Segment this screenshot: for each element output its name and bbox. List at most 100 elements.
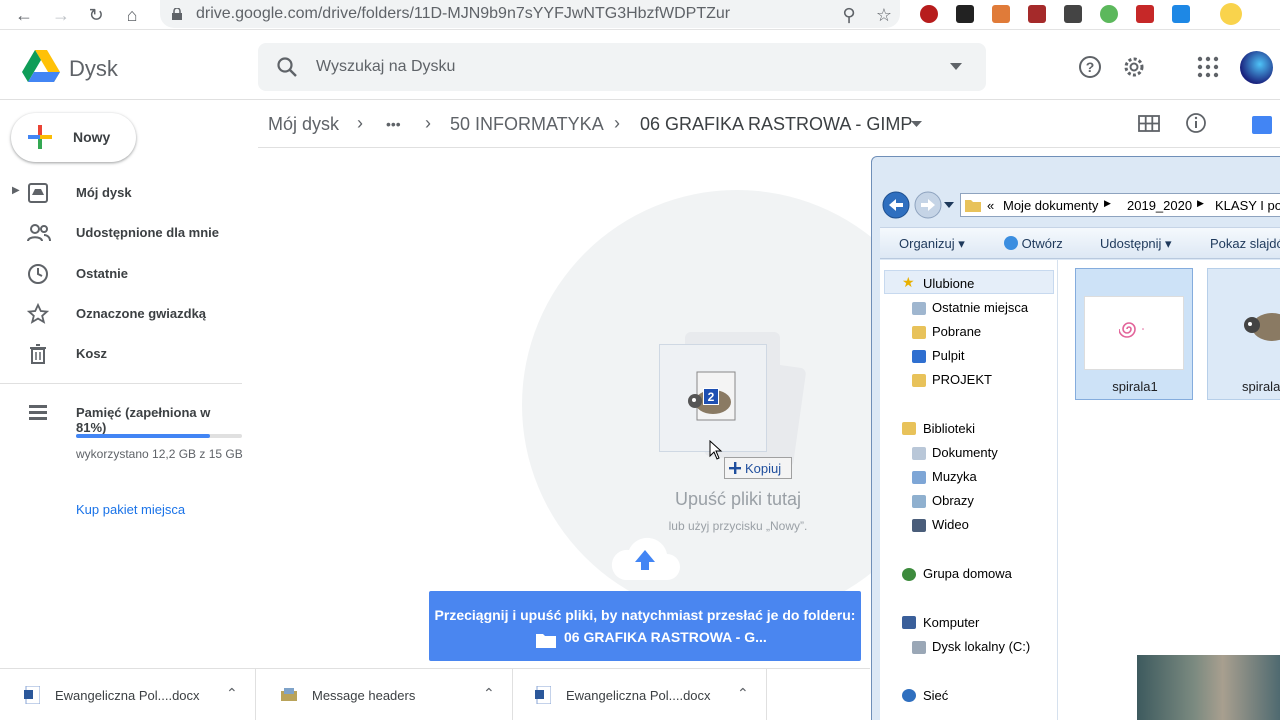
download-filename: Ewangeliczna Pol....docx xyxy=(566,688,711,703)
share-menu[interactable]: Udostępnij ▾ xyxy=(1100,236,1172,252)
chevron-up-icon[interactable]: ⌃ xyxy=(226,685,238,702)
nav-desktop[interactable]: Pulpit xyxy=(932,348,965,363)
bookmark-star-icon[interactable]: ☆ xyxy=(873,4,895,26)
extension-shield-icon[interactable] xyxy=(1064,5,1082,23)
sidebar-item-recent[interactable]: Ostatnie xyxy=(0,254,242,294)
plus-icon xyxy=(729,462,741,474)
file-tile[interactable]: spirala1 xyxy=(1075,268,1193,400)
nav-network[interactable]: Sieć xyxy=(923,688,948,703)
nav-favorites[interactable]: Ulubione xyxy=(923,276,974,291)
storage-label: Pamięć (zapełniona w 81%) xyxy=(76,405,211,435)
file-tile[interactable]: spirala2 xyxy=(1207,268,1280,400)
nav-video[interactable]: Wideo xyxy=(932,517,969,532)
extension-badge-icon[interactable] xyxy=(1136,5,1154,23)
nav-homegroup[interactable]: Grupa domowa xyxy=(923,566,1012,581)
address-bar[interactable]: drive.google.com/drive/folders/11D-MJN9b… xyxy=(160,0,900,28)
search-icon xyxy=(277,57,297,77)
search-input[interactable]: Wyszukaj na Dysku xyxy=(316,58,455,76)
profile-avatar-icon[interactable] xyxy=(1220,3,1242,25)
grid-view-icon[interactable] xyxy=(1138,114,1160,134)
chevron-up-icon[interactable]: ⌃ xyxy=(483,685,495,702)
help-icon[interactable]: ? xyxy=(1077,54,1103,80)
chevron-up-icon[interactable]: ⌃ xyxy=(737,685,749,702)
sidebar-item-trash[interactable]: Kosz xyxy=(0,334,242,374)
extension-w-icon[interactable] xyxy=(956,5,974,23)
apps-grid-icon[interactable] xyxy=(1195,54,1221,80)
nav-project[interactable]: PROJEKT xyxy=(932,372,992,387)
breadcrumb-folder[interactable]: 50 INFORMATYKA xyxy=(450,114,604,135)
sidebar-item-starred[interactable]: Oznaczone gwiazdką xyxy=(0,294,242,334)
path-segment[interactable]: 2019_2020 xyxy=(1127,198,1192,213)
back-arrow-icon[interactable]: ← xyxy=(13,4,35,26)
info-icon[interactable] xyxy=(1185,112,1207,134)
upload-cloud-icon xyxy=(611,537,680,580)
sidebar-item-my-drive[interactable]: ▶ Mój dysk xyxy=(0,173,242,213)
path-chevron-icon[interactable]: ▶ xyxy=(1104,198,1111,209)
folder-icon xyxy=(536,634,556,648)
breadcrumb-root[interactable]: Mój dysk xyxy=(268,114,339,135)
buy-storage-link[interactable]: Kup pakiet miejsca xyxy=(76,502,185,517)
expand-triangle-icon[interactable]: ▶ xyxy=(12,185,20,196)
zoom-icon[interactable]: ⚲ xyxy=(838,4,860,26)
extension-music-icon[interactable] xyxy=(1100,5,1118,23)
slideshow-button[interactable]: Pokaz slajdów xyxy=(1210,236,1280,251)
nav-music[interactable]: Muzyka xyxy=(932,469,977,484)
nav-downloads[interactable]: Pobrane xyxy=(932,324,981,339)
folder-icon xyxy=(965,200,981,212)
toast-folder-name: 06 GRAFIKA RASTROWA - G... xyxy=(564,629,767,645)
path-chevron-icon[interactable]: ▶ xyxy=(1197,198,1204,209)
homegroup-icon xyxy=(902,568,916,581)
drop-title: Upuść pliki tutaj xyxy=(674,489,802,509)
download-item[interactable]: Ewangeliczna Pol....docx ⌃ xyxy=(0,669,256,720)
search-box[interactable]: Wyszukaj na Dysku xyxy=(258,43,986,91)
download-item[interactable]: Message headers ⌃ xyxy=(257,669,513,720)
explorer-history-caret-icon[interactable] xyxy=(944,202,954,208)
explorer-back-icon[interactable] xyxy=(882,191,910,219)
new-button[interactable]: Nowy xyxy=(11,113,136,162)
account-avatar[interactable] xyxy=(1240,51,1273,84)
nav-pictures[interactable]: Obrazy xyxy=(932,493,974,508)
organize-menu[interactable]: Organizuj ▾ xyxy=(899,236,965,252)
nav-documents[interactable]: Dokumenty xyxy=(932,445,998,460)
open-button[interactable]: Otwórz xyxy=(1004,236,1063,251)
storage-icon xyxy=(29,405,47,420)
message-file-icon xyxy=(281,688,297,701)
extension-color-icon[interactable] xyxy=(992,5,1010,23)
word-document-icon xyxy=(24,686,40,704)
calendar-addon-icon[interactable] xyxy=(1252,116,1272,134)
path-overflow[interactable]: « xyxy=(987,198,994,213)
drive-header: Dysk Wyszukaj na Dysku ? xyxy=(0,30,1280,100)
folder-menu-caret-icon[interactable] xyxy=(911,121,922,128)
extension-cube-icon[interactable] xyxy=(1172,5,1190,23)
nav-local-disk[interactable]: Dysk lokalny (C:) xyxy=(932,639,1030,654)
breadcrumb-ellipsis[interactable]: ••• xyxy=(386,116,401,132)
project-folder-icon xyxy=(912,374,926,387)
webcam-overlay xyxy=(1137,655,1280,720)
path-segment[interactable]: Moje dokumenty xyxy=(1003,198,1098,213)
sidebar-item-storage[interactable]: Pamięć (zapełniona w 81%) xyxy=(0,393,242,435)
nav-libraries[interactable]: Biblioteki xyxy=(923,421,975,436)
ublock-extension-icon[interactable] xyxy=(920,5,938,23)
drop-subtitle: lub użyj przycisku „Nowy”. xyxy=(668,519,808,533)
extension-book-icon[interactable] xyxy=(1028,5,1046,23)
home-icon[interactable]: ⌂ xyxy=(121,4,143,26)
download-filename: Message headers xyxy=(312,688,416,703)
download-item[interactable]: Ewangeliczna Pol....docx ⌃ xyxy=(511,669,767,720)
forward-arrow-icon[interactable]: → xyxy=(50,4,72,26)
nav-recent[interactable]: Ostatnie miejsca xyxy=(932,300,1028,315)
word-document-icon xyxy=(535,686,551,704)
nav-computer[interactable]: Komputer xyxy=(923,615,979,630)
sidebar-item-label: Mój dysk xyxy=(76,185,132,200)
settings-gear-icon[interactable] xyxy=(1121,54,1147,80)
reload-icon[interactable]: ↻ xyxy=(85,4,107,26)
breadcrumb-current[interactable]: 06 GRAFIKA RASTROWA - GIMP xyxy=(640,114,912,135)
search-options-icon[interactable] xyxy=(950,63,962,71)
explorer-forward-icon[interactable] xyxy=(914,191,942,219)
sidebar-item-shared[interactable]: Udostępnione dla mnie xyxy=(0,213,242,253)
path-segment[interactable]: KLASY I poz xyxy=(1215,198,1280,213)
drag-ghost: 2 xyxy=(655,332,807,468)
explorer-address-bar[interactable]: « Moje dokumenty ▶ 2019_2020 ▶ KLASY I p… xyxy=(960,193,1280,217)
drag-count-badge: 2 xyxy=(703,388,719,405)
upload-hint-toast: Przeciągnij i upuść pliki, by natychmias… xyxy=(429,591,861,661)
sidebar-divider xyxy=(0,383,242,384)
